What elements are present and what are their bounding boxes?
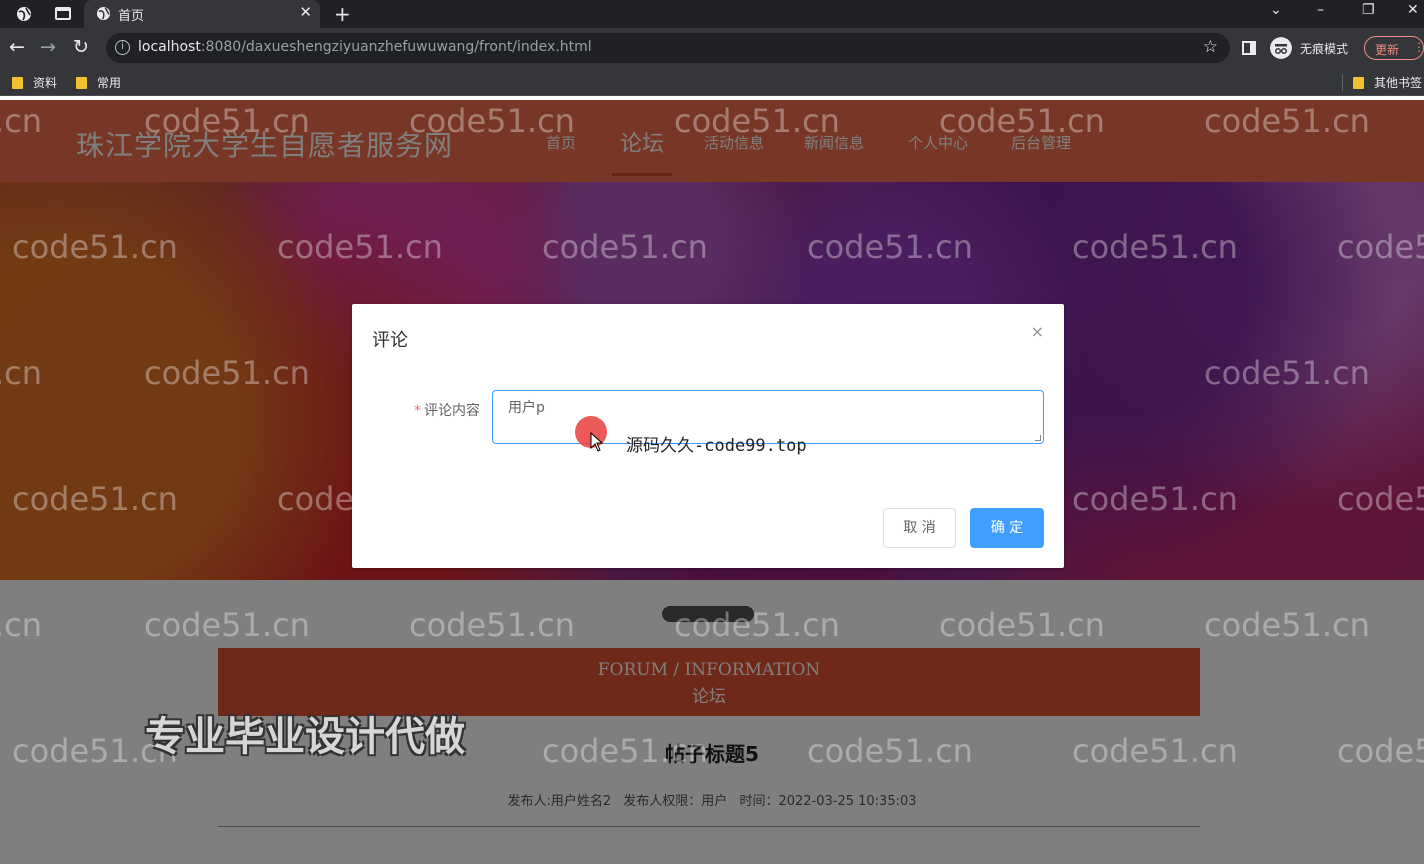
update-label: 更新 bbox=[1375, 43, 1400, 57]
watermark: code51.cn bbox=[12, 228, 178, 266]
watermark: code51.cn bbox=[1204, 606, 1370, 644]
close-window-button[interactable]: ✕ bbox=[1407, 2, 1419, 18]
watermark: code5 bbox=[1337, 732, 1424, 770]
watermark: code51.cn bbox=[939, 102, 1105, 140]
cancel-button[interactable]: 取 消 bbox=[883, 508, 956, 548]
watermark: code51.cn bbox=[409, 102, 575, 140]
other-bookmarks-label: 其他书签 bbox=[1374, 76, 1423, 90]
minimize-button[interactable]: – bbox=[1317, 2, 1324, 18]
update-button[interactable]: 更新 ⋮ bbox=[1364, 36, 1424, 60]
watermark: .cn bbox=[0, 354, 43, 392]
incognito-icon[interactable] bbox=[1270, 37, 1292, 59]
close-icon[interactable]: × bbox=[1031, 322, 1044, 341]
comment-value: 用户p bbox=[508, 400, 545, 416]
bookmark-star-icon[interactable]: ☆ bbox=[1203, 37, 1218, 57]
watermark: code51.cn bbox=[1072, 228, 1238, 266]
bookmark-label: 资料 bbox=[33, 76, 58, 90]
required-mark: * bbox=[414, 403, 421, 419]
url-text[interactable]: localhost:8080/daxueshengziyuanzhefuwuwa… bbox=[138, 39, 592, 55]
forward-icon[interactable]: → bbox=[40, 36, 56, 58]
address-bar[interactable]: i localhost:8080/daxueshengziyuanzhefuwu… bbox=[106, 33, 1230, 63]
watermark: code51.cn bbox=[1204, 354, 1370, 392]
watermark: code51.cn bbox=[409, 606, 575, 644]
resize-handle[interactable] bbox=[1035, 435, 1041, 441]
bookmark-folder-changyong[interactable]: 常用 bbox=[76, 74, 121, 91]
watermark: code51.cn bbox=[144, 354, 310, 392]
watermark: code51.cn bbox=[674, 102, 840, 140]
watermark: code51.cn bbox=[807, 732, 973, 770]
side-panel-icon[interactable] bbox=[1242, 41, 1256, 55]
comment-field-label: * 评论内容 bbox=[414, 400, 480, 420]
url-path: :8080/daxueshengziyuanzhefuwuwang/front/… bbox=[200, 39, 592, 55]
tab-title: 首页 bbox=[118, 9, 145, 24]
tab-close-icon[interactable]: ✕ bbox=[299, 3, 312, 21]
page-viewport: 珠江学院大学生自愿者服务网 首页 论坛 活动信息 新闻信息 个人中心 后台管理 … bbox=[0, 100, 1424, 864]
bookmarks-bar: 资料 常用 其他书签 bbox=[0, 68, 1424, 96]
new-tab-button[interactable]: + bbox=[334, 2, 351, 26]
watermark: .cn bbox=[0, 102, 43, 140]
watermark: .cn bbox=[0, 606, 43, 644]
folder-icon bbox=[1353, 77, 1364, 89]
globe-icon[interactable] bbox=[16, 6, 32, 22]
browser-tab-active[interactable]: 首页 ✕ bbox=[84, 0, 320, 28]
mouse-pointer-icon bbox=[590, 432, 604, 452]
watermark: code51.cn bbox=[1072, 732, 1238, 770]
url-host: localhost bbox=[138, 39, 201, 55]
watermark: code51.cn bbox=[939, 606, 1105, 644]
watermark: code51.cn bbox=[1072, 480, 1238, 518]
watermark: code51.cn bbox=[542, 228, 708, 266]
watermark: code51.cn bbox=[807, 228, 973, 266]
window-tab-icon[interactable] bbox=[55, 7, 71, 20]
watermark: code51.cn bbox=[277, 228, 443, 266]
tab-search-icon[interactable]: ⌄ bbox=[1270, 2, 1282, 18]
browser-tab-bar: 首页 ✕ + ⌄ – ❐ ✕ bbox=[0, 0, 1424, 28]
watermark: code5 bbox=[1337, 480, 1424, 518]
folder-icon bbox=[76, 77, 87, 89]
folder-icon bbox=[12, 77, 23, 89]
confirm-button[interactable]: 确 定 bbox=[970, 508, 1044, 548]
incognito-label: 无痕模式 bbox=[1300, 42, 1349, 56]
watermark: code51.cn bbox=[542, 732, 708, 770]
watermark: code51.cn bbox=[144, 606, 310, 644]
watermark: code5 bbox=[1337, 228, 1424, 266]
other-bookmarks[interactable]: 其他书签 bbox=[1342, 74, 1422, 91]
browser-toolbar: ← → ↻ i localhost:8080/daxueshengziyuanz… bbox=[0, 28, 1424, 68]
globe-icon bbox=[96, 6, 111, 21]
source-watermark: 源码久久-code99.top bbox=[626, 436, 807, 456]
watermark: code51.cn bbox=[1204, 102, 1370, 140]
bookmark-label: 常用 bbox=[97, 76, 122, 90]
site-info-icon[interactable]: i bbox=[115, 40, 130, 55]
watermark: code51.cn bbox=[674, 606, 840, 644]
bookmark-folder-ziliao[interactable]: 资料 bbox=[12, 74, 57, 91]
back-icon[interactable]: ← bbox=[9, 36, 25, 58]
restore-button[interactable]: ❐ bbox=[1362, 2, 1375, 18]
watermark: code51.cn bbox=[144, 102, 310, 140]
watermark: code51.cn bbox=[12, 480, 178, 518]
comment-label-text: 评论内容 bbox=[424, 403, 480, 419]
promo-watermark: 专业毕业设计代做 bbox=[145, 714, 465, 760]
reload-icon[interactable]: ↻ bbox=[73, 36, 89, 58]
dialog-title: 评论 bbox=[372, 330, 408, 351]
